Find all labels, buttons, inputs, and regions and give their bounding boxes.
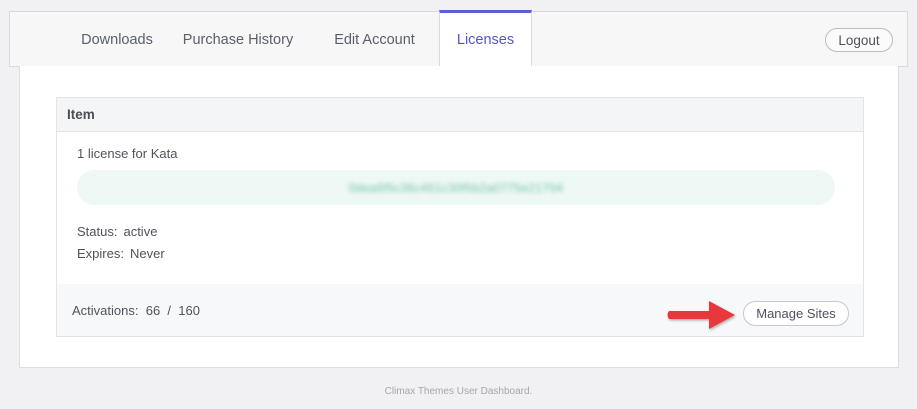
activations-total: 160 <box>178 303 200 318</box>
license-status: Status: active <box>77 224 157 239</box>
license-expires: Expires: Never <box>77 246 165 261</box>
license-footer-row: Activations: 66 / 160 Manage Sites <box>57 284 863 336</box>
license-title: 1 license for Kata <box>77 146 178 161</box>
activations-separator: / <box>167 303 172 318</box>
manage-sites-button[interactable]: Manage Sites <box>743 301 849 326</box>
tab-edit-account[interactable]: Edit Account <box>322 12 427 67</box>
table-header-item: Item <box>57 98 863 132</box>
activations-count: Activations: 66 / 160 <box>72 303 200 318</box>
tab-purchase-history[interactable]: Purchase History <box>173 12 303 67</box>
account-nav: Downloads Purchase History Edit Account … <box>9 10 908 67</box>
logout-button[interactable]: Logout <box>825 28 893 52</box>
license-key-value: 0dea6f5c36c461c30f5b2a0775e21704 <box>348 180 564 195</box>
activations-label: Activations: <box>72 303 139 318</box>
status-label: Status: <box>77 224 118 239</box>
license-key-field[interactable]: 0dea6f5c36c461c30f5b2a0775e21704 <box>77 170 835 205</box>
activations-used: 66 <box>145 303 161 318</box>
tab-licenses[interactable]: Licenses <box>439 10 532 66</box>
dashboard-footer: Climax Themes User Dashboard. <box>384 386 533 397</box>
expires-label: Expires: <box>77 246 124 261</box>
license-table: Item 1 license for Kata 0dea6f5c36c461c3… <box>56 97 864 337</box>
expires-value: Never <box>129 246 165 261</box>
status-value: active <box>123 224 158 239</box>
tab-downloads[interactable]: Downloads <box>62 12 172 67</box>
red-arrow-icon <box>667 301 735 329</box>
licenses-panel: Item 1 license for Kata 0dea6f5c36c461c3… <box>19 66 899 368</box>
